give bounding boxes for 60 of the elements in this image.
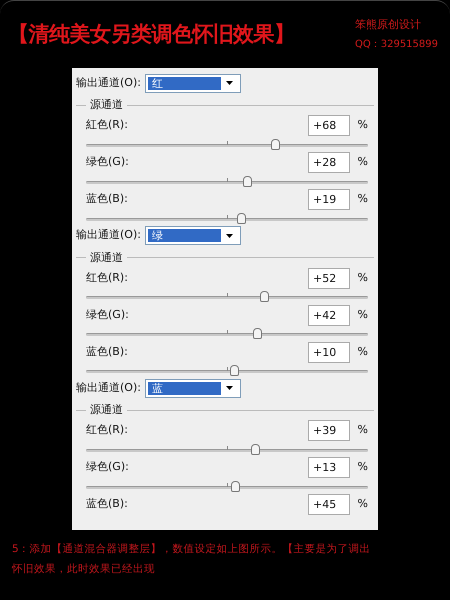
value-field[interactable]: +42 — [308, 304, 350, 326]
slider-thumb[interactable] — [251, 444, 260, 454]
channel-label: 绿色(G): — [86, 459, 130, 476]
banner-title: 【清纯美女另类调色怀旧效果】 — [8, 20, 295, 48]
channel-label: 蓝色(B): — [86, 496, 129, 512]
value-field[interactable]: +10 — [308, 342, 350, 362]
output-channel-label: 输出通道(O): — [76, 380, 141, 396]
slider-thumb[interactable] — [231, 480, 240, 492]
caret-icon — [226, 81, 233, 85]
output-channel-label: 输出通道(O): — [76, 227, 141, 244]
value-field[interactable]: +52 — [308, 268, 350, 288]
percent-unit: % — [356, 191, 368, 208]
percent-unit: % — [356, 154, 368, 170]
value-field[interactable]: +39 — [308, 420, 350, 441]
percent-unit: % — [356, 496, 368, 512]
slider-track[interactable] — [86, 290, 368, 303]
value-field[interactable]: +45 — [308, 494, 350, 515]
value-field[interactable]: +19 — [308, 189, 350, 210]
qq-number: QQ：329515899 — [354, 38, 438, 52]
caret-icon — [226, 234, 233, 238]
slider-track[interactable] — [86, 327, 368, 340]
group-label: 源通道 — [90, 250, 123, 266]
group-label: 源通道 — [90, 97, 123, 113]
channel-label: 紅色(R): — [86, 117, 129, 134]
slider-thumb[interactable] — [252, 328, 262, 339]
percent-unit: % — [356, 270, 368, 286]
slider-track[interactable] — [86, 138, 368, 150]
channel-label: 蓝色(B): — [86, 344, 129, 360]
channel-label: 红色(R): — [86, 270, 129, 286]
author-credit: 笨熊原创设计 — [354, 16, 421, 33]
caret-icon — [226, 386, 233, 390]
percent-unit: % — [356, 344, 368, 360]
slider-track[interactable] — [86, 212, 368, 224]
percent-unit: % — [356, 117, 368, 134]
output-channel-dropdown[interactable]: 红 — [144, 74, 241, 92]
caption-text: 5：添加【通道混合器调整层】，数值设定如上图所示。【主要是为了调出 — [12, 542, 372, 557]
percent-unit: % — [356, 306, 368, 323]
slider-track[interactable] — [86, 174, 368, 188]
value-field[interactable]: +68 — [308, 115, 350, 136]
output-channel-dropdown[interactable]: 绿 — [144, 226, 241, 245]
slider-thumb[interactable] — [270, 138, 280, 150]
percent-unit: % — [356, 459, 368, 476]
slider-thumb[interactable] — [242, 176, 252, 186]
output-channel-label: 输出通道(O): — [76, 74, 141, 91]
output-channel-dropdown[interactable]: 蓝 — [144, 378, 241, 398]
caption-text: 怀旧效果，此时效果已经出现 — [12, 562, 156, 577]
channel-label: 红色(R): — [86, 422, 129, 438]
slider-track[interactable] — [86, 480, 368, 492]
slider-track[interactable] — [86, 442, 368, 456]
slider-thumb[interactable] — [237, 212, 246, 224]
value-field[interactable]: +28 — [308, 152, 350, 173]
slider-thumb[interactable] — [260, 291, 269, 302]
channel-label: 绿色(G): — [86, 154, 130, 170]
value-field[interactable]: +13 — [308, 457, 350, 478]
slider-track[interactable] — [86, 364, 368, 377]
channel-label: 蓝色(B): — [86, 191, 129, 208]
group-label: 源通道 — [90, 402, 123, 418]
percent-unit: % — [356, 422, 368, 438]
channel-label: 绿色(G): — [86, 306, 130, 323]
slider-thumb[interactable] — [230, 365, 240, 376]
